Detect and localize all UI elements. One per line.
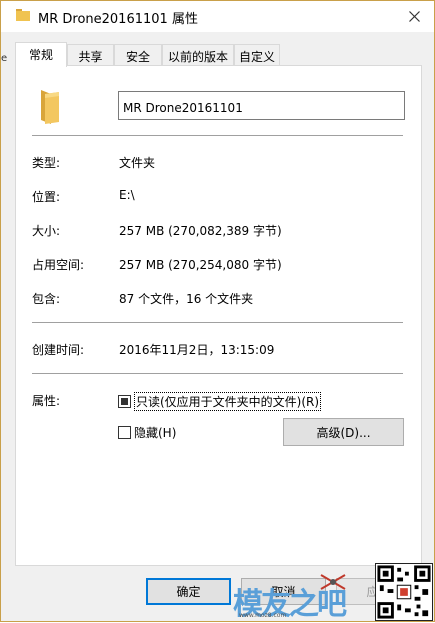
separator	[32, 322, 403, 323]
size-value: 257 MB (270,082,389 字节)	[119, 224, 282, 238]
tab-general[interactable]: 常规	[15, 42, 67, 67]
large-folder-icon	[41, 90, 59, 124]
created-value: 2016年11月2日，13:15:09	[119, 343, 275, 357]
hidden-checkbox[interactable]: 隐藏(H)	[118, 423, 176, 441]
folder-icon	[16, 9, 30, 21]
close-icon	[409, 11, 420, 22]
general-panel: 类型: 文件夹 位置: E:\ 大小: 257 MB (270,082,389 …	[15, 65, 422, 566]
ok-button[interactable]: 确定	[146, 578, 231, 605]
type-label: 类型:	[32, 156, 61, 170]
tab-customize[interactable]: 自定义	[234, 44, 280, 66]
advanced-button[interactable]: 高级(D)...	[283, 418, 404, 446]
title-bar: MR Drone20161101 属性	[1, 1, 434, 32]
tab-security[interactable]: 安全	[114, 44, 162, 66]
folder-name-input[interactable]	[118, 91, 405, 120]
readonly-checkbox-box[interactable]	[118, 394, 131, 408]
location-value: E:\	[119, 188, 135, 202]
tab-strip: 常规 共享 安全 以前的版本 自定义	[15, 42, 422, 67]
size-label: 大小:	[32, 224, 61, 238]
tab-sharing[interactable]: 共享	[67, 44, 114, 66]
hidden-checkbox-label: 隐藏(H)	[134, 425, 177, 440]
qr-code-icon	[375, 563, 433, 621]
background-window-sliver: e	[1, 53, 7, 63]
separator	[32, 135, 403, 136]
readonly-checkbox[interactable]: 只读(仅应用于文件夹中的文件)(R)	[118, 391, 322, 411]
close-button[interactable]	[395, 1, 434, 32]
watermark-url: www.moz8.com	[239, 612, 287, 619]
properties-window: MR Drone20161101 属性 e 常规 共享 安全 以前的版本 自定义…	[0, 0, 435, 622]
created-label: 创建时间:	[32, 343, 85, 357]
contains-label: 包含:	[32, 292, 61, 306]
tab-previous-versions[interactable]: 以前的版本	[162, 44, 234, 66]
disk-size-value: 257 MB (270,254,080 字节)	[119, 258, 282, 272]
disk-size-label: 占用空间:	[32, 258, 85, 272]
drone-icon	[320, 574, 346, 590]
contains-value: 87 个文件，16 个文件夹	[119, 292, 254, 306]
separator	[32, 373, 403, 374]
type-value: 文件夹	[119, 156, 156, 170]
readonly-checkbox-label: 只读(仅应用于文件夹中的文件)(R)	[134, 391, 322, 411]
window-title: MR Drone20161101 属性	[38, 12, 198, 27]
location-label: 位置:	[32, 190, 61, 204]
attributes-label: 属性:	[32, 394, 61, 408]
watermark-logo: 模友之吧 www.moz8.com	[233, 574, 373, 622]
hidden-checkbox-box[interactable]	[118, 425, 131, 439]
